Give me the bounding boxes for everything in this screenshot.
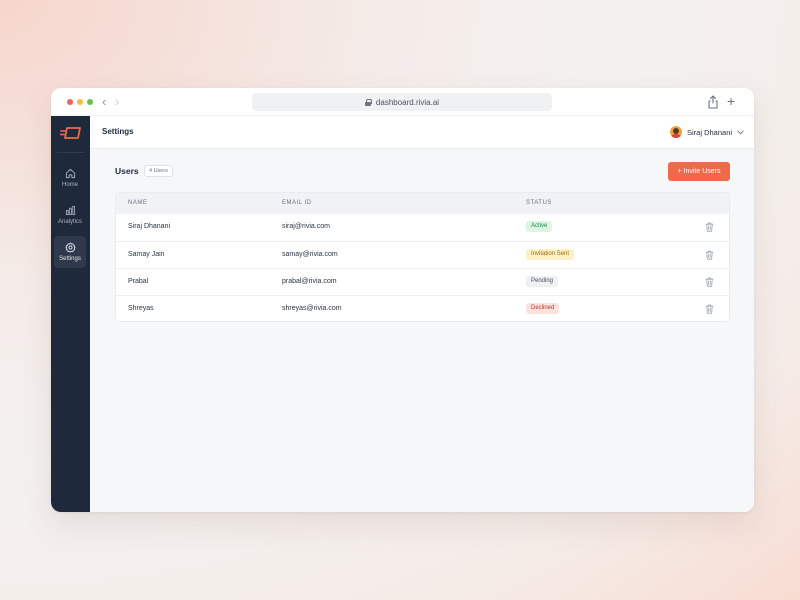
- column-header-email: EMAIL ID: [282, 200, 312, 206]
- trash-icon[interactable]: [705, 222, 714, 232]
- status-badge: Invitation Sent: [526, 249, 575, 260]
- table-row: Samay Jain samay@rivia.com Invitation Se…: [116, 241, 729, 268]
- users-section-title: Users: [115, 166, 139, 176]
- table-header: NAME EMAIL ID STATUS: [116, 193, 729, 214]
- user-email-cell: siraj@rivia.com: [282, 223, 330, 230]
- home-icon: [65, 168, 75, 179]
- trash-icon[interactable]: [705, 250, 714, 260]
- avatar: [670, 126, 682, 138]
- sidebar: Home Analytics Settings: [51, 116, 90, 512]
- trash-icon[interactable]: [705, 304, 714, 314]
- table-row: Shreyas shreyas@rivia.com Declined: [116, 295, 729, 321]
- bar-chart-icon: [65, 205, 75, 216]
- sidebar-item-label: Settings: [59, 256, 81, 262]
- user-email-cell: shreyas@rivia.com: [282, 305, 342, 312]
- close-window-button[interactable]: [67, 99, 73, 105]
- back-arrow-icon[interactable]: ‹: [102, 94, 106, 110]
- sidebar-item-label: Analytics: [57, 219, 82, 225]
- share-icon[interactable]: [707, 95, 719, 109]
- user-name-cell: Siraj Dhanani: [128, 223, 171, 230]
- table-row: Prabal prabal@rivia.com Pending: [116, 268, 729, 295]
- page-title: Settings: [102, 127, 134, 136]
- sidebar-item-analytics[interactable]: Analytics: [54, 199, 86, 231]
- url-text: dashboard.rivia.ai: [375, 97, 440, 107]
- gear-icon: [65, 242, 75, 253]
- rivia-logo-icon: [60, 127, 81, 139]
- column-header-status: STATUS: [526, 200, 552, 206]
- user-name: Siraj Dhanani: [687, 127, 733, 137]
- user-count-badge: 4 Users: [144, 165, 173, 177]
- chevron-down-icon: [737, 130, 744, 134]
- invite-users-button[interactable]: + Invite Users: [668, 162, 730, 181]
- sidebar-item-settings[interactable]: Settings: [54, 236, 86, 268]
- user-email-cell: samay@rivia.com: [282, 251, 338, 258]
- main-content: Settings Siraj Dhanani Users 4 Users + I…: [90, 116, 754, 512]
- user-email-cell: prabal@rivia.com: [282, 278, 337, 285]
- browser-toolbar: ‹ › dashboard.rivia.ai +: [51, 88, 754, 116]
- sidebar-item-home[interactable]: Home: [54, 162, 86, 194]
- maximize-window-button[interactable]: [87, 99, 93, 105]
- address-bar[interactable]: dashboard.rivia.ai: [252, 93, 552, 111]
- status-badge: Declined: [526, 303, 560, 314]
- status-badge: Active: [526, 221, 553, 232]
- sidebar-divider: [57, 152, 84, 153]
- user-name-cell: Prabal: [128, 278, 149, 285]
- table-row: Siraj Dhanani siraj@rivia.com Active: [116, 214, 729, 241]
- users-table: NAME EMAIL ID STATUS Siraj Dhanani siraj…: [115, 192, 730, 322]
- user-name-cell: Samay Jain: [128, 251, 165, 258]
- minimize-window-button[interactable]: [77, 99, 83, 105]
- browser-window: ‹ › dashboard.rivia.ai + Home Analytics …: [51, 88, 754, 512]
- lock-icon: [364, 98, 372, 106]
- user-menu[interactable]: Siraj Dhanani: [670, 125, 744, 139]
- page-header: Settings Siraj Dhanani: [90, 116, 754, 149]
- forward-arrow-icon[interactable]: ›: [115, 94, 119, 110]
- sidebar-item-label: Home: [61, 182, 78, 188]
- user-name-cell: Shreyas: [128, 305, 154, 312]
- new-tab-icon[interactable]: +: [727, 92, 735, 110]
- status-badge: Pending: [526, 276, 559, 287]
- trash-icon[interactable]: [705, 277, 714, 287]
- column-header-name: NAME: [128, 200, 148, 206]
